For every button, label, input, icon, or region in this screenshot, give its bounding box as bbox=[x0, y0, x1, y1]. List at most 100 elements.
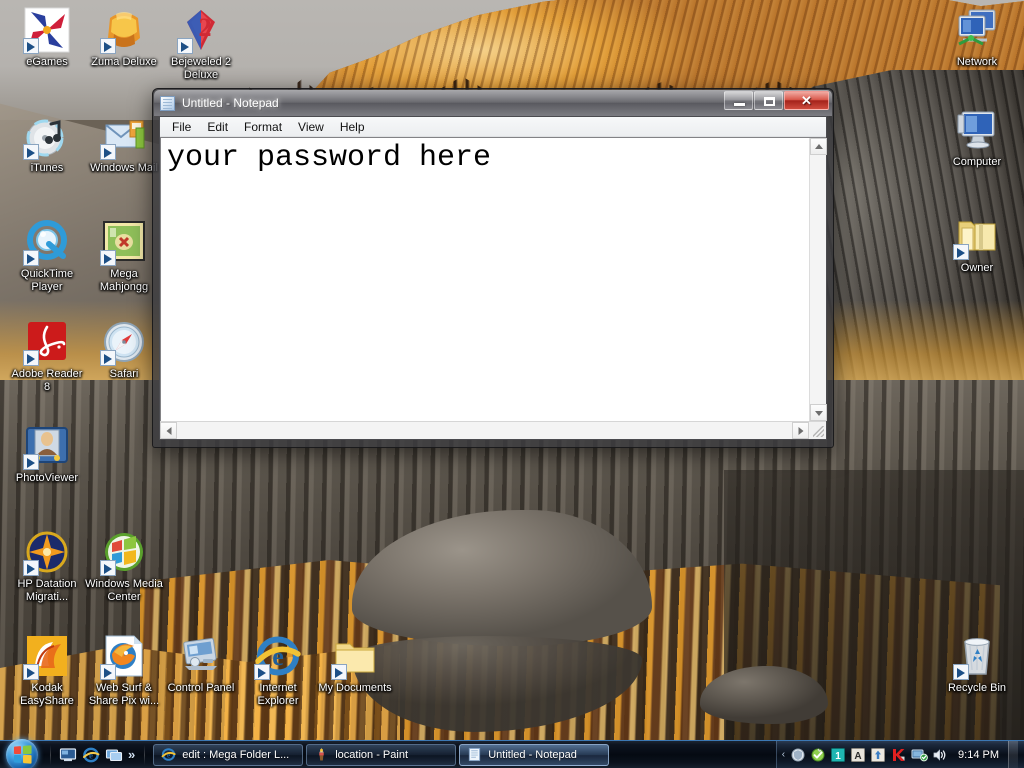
vertical-scrollbar[interactable] bbox=[809, 138, 827, 421]
computer-icon bbox=[953, 106, 1001, 154]
security-shield-icon[interactable] bbox=[790, 747, 806, 763]
horizontal-scrollbar[interactable] bbox=[160, 422, 809, 439]
taskbar: e » e edit : Mega Folder L... location - P… bbox=[0, 738, 1024, 768]
shortcut-arrow-icon bbox=[953, 664, 969, 680]
network-icon bbox=[953, 6, 1001, 54]
control-panel-icon bbox=[177, 632, 225, 680]
taskbar-clock[interactable]: 9:14 PM bbox=[958, 749, 999, 761]
minimize-button[interactable] bbox=[724, 91, 753, 110]
desktop-icon-adobe-reader-8[interactable]: Adobe Reader 8 bbox=[8, 318, 86, 394]
internet-explorer-icon[interactable]: e bbox=[82, 746, 100, 764]
blue-one-badge-icon[interactable]: 1 bbox=[830, 747, 846, 763]
letter-a-icon[interactable]: A bbox=[850, 747, 866, 763]
resize-grip[interactable] bbox=[809, 422, 826, 439]
taskbar-separator bbox=[50, 744, 51, 765]
menu-help[interactable]: Help bbox=[332, 118, 373, 136]
green-check-badge-icon[interactable] bbox=[810, 747, 826, 763]
quick-launch-bar: e bbox=[55, 746, 123, 764]
desktop-icon-photoviewer[interactable]: PhotoViewer bbox=[8, 422, 86, 485]
shortcut-arrow-icon bbox=[254, 664, 270, 680]
desktop-icon-egames[interactable]: eGames bbox=[8, 6, 86, 69]
desktop-icon-windows-media-center[interactable]: Windows Media Center bbox=[85, 528, 163, 604]
desktop-icon-label: Internet Explorer bbox=[257, 682, 299, 707]
quicktime-icon bbox=[23, 218, 71, 266]
shortcut-arrow-icon bbox=[953, 244, 969, 260]
taskbar-button-label: edit : Mega Folder L... bbox=[182, 748, 290, 761]
system-tray: ‹ 1 A 9:14 PM bbox=[775, 740, 1024, 768]
svg-text:1: 1 bbox=[835, 751, 841, 762]
desktop-icon-label: Kodak EasyShare bbox=[20, 682, 74, 707]
shortcut-arrow-icon bbox=[100, 144, 116, 160]
start-button[interactable] bbox=[0, 738, 46, 768]
shortcut-arrow-icon bbox=[23, 560, 39, 576]
taskbar-button-edit-mega-folder-l[interactable]: e edit : Mega Folder L... bbox=[153, 743, 304, 766]
desktop-icon-my-documents[interactable]: My Documents bbox=[316, 632, 394, 695]
menu-edit[interactable]: Edit bbox=[199, 118, 236, 136]
mega-mahjongg-icon bbox=[100, 218, 148, 266]
desktop-icon-zuma-deluxe[interactable]: Zuma Deluxe bbox=[85, 6, 163, 69]
shortcut-arrow-icon bbox=[23, 144, 39, 160]
desktop-icon-recycle-bin[interactable]: Recycle Bin bbox=[938, 632, 1016, 695]
quick-launch-overflow-chevron-icon[interactable]: » bbox=[123, 747, 140, 762]
desktop-icon-control-panel[interactable]: Control Panel bbox=[162, 632, 240, 695]
firefox-icon bbox=[100, 632, 148, 680]
desktop-icon-internet-explorer[interactable]: e Internet Explorer bbox=[239, 632, 317, 708]
switch-windows-icon[interactable] bbox=[105, 746, 123, 764]
desktop-icon-label: My Documents bbox=[318, 682, 392, 694]
notepad-window[interactable]: Untitled - Notepad ✕ File Edit Format Vi… bbox=[152, 88, 834, 448]
desktop-icon-itunes[interactable]: iTunes bbox=[8, 112, 86, 175]
paint-icon bbox=[314, 747, 329, 762]
desktop-icon-kodak-easyshare[interactable]: Kodak EasyShare bbox=[8, 632, 86, 708]
horizontal-scrollbar-row bbox=[160, 421, 826, 439]
svg-text:e: e bbox=[89, 750, 93, 760]
desktop-icon-label: QuickTime Player bbox=[20, 268, 74, 293]
desktop-icon-quicktime-player[interactable]: QuickTime Player bbox=[8, 218, 86, 294]
menu-format[interactable]: Format bbox=[236, 118, 290, 136]
shortcut-arrow-icon bbox=[23, 250, 39, 266]
taskbar-button-untitled-notepad[interactable]: Untitled - Notepad bbox=[459, 743, 610, 766]
scroll-down-arrow-icon[interactable] bbox=[810, 404, 827, 421]
notepad-edit-zone: your password here bbox=[160, 137, 827, 421]
maximize-button[interactable] bbox=[754, 91, 783, 110]
desktop-icon-network[interactable]: Network bbox=[938, 6, 1016, 69]
desktop-icon-label: Windows Media Center bbox=[85, 578, 163, 603]
desktop-icon-computer[interactable]: Computer bbox=[938, 106, 1016, 169]
show-desktop-button[interactable] bbox=[1008, 740, 1018, 768]
volume-speaker-icon[interactable] bbox=[932, 747, 948, 763]
update-arrow-icon[interactable] bbox=[870, 747, 886, 763]
desktop-icon-label: Adobe Reader 8 bbox=[11, 368, 83, 393]
windows-mail-icon bbox=[100, 112, 148, 160]
desktop-icon-bejeweled-2-deluxe[interactable]: 2 Bejeweled 2 Deluxe bbox=[162, 6, 240, 82]
network-connection-icon[interactable] bbox=[910, 747, 928, 763]
scroll-left-arrow-icon[interactable] bbox=[160, 422, 177, 439]
menu-file[interactable]: File bbox=[164, 118, 199, 136]
recycle-bin-icon bbox=[953, 632, 1001, 680]
desktop-icon-label: PhotoViewer bbox=[15, 472, 79, 484]
shortcut-arrow-icon bbox=[23, 38, 39, 54]
notepad-client-area: File Edit Format View Help your password… bbox=[159, 116, 827, 440]
show-desktop-icon[interactable] bbox=[59, 746, 77, 764]
kaspersky-k-icon[interactable] bbox=[890, 747, 906, 763]
close-button[interactable]: ✕ bbox=[784, 91, 829, 110]
menu-view[interactable]: View bbox=[290, 118, 332, 136]
desktop-icon-label: Network bbox=[956, 56, 998, 68]
scroll-right-arrow-icon[interactable] bbox=[792, 422, 809, 439]
desktop-icon-web-surf-share-pix-wi[interactable]: Web Surf & Share Pix wi... bbox=[85, 632, 163, 708]
shortcut-arrow-icon bbox=[100, 350, 116, 366]
notepad-title-bar[interactable]: Untitled - Notepad ✕ bbox=[154, 90, 832, 116]
desktop-icon-owner[interactable]: Owner bbox=[938, 212, 1016, 275]
zuma-deluxe-icon bbox=[100, 6, 148, 54]
desktop-icon-label: Computer bbox=[952, 156, 1002, 168]
notepad-text-area[interactable]: your password here bbox=[161, 138, 809, 421]
my-documents-icon bbox=[331, 632, 379, 680]
kodak-easyshare-icon bbox=[23, 632, 71, 680]
internet-explorer-icon: e bbox=[254, 632, 302, 680]
shortcut-arrow-icon bbox=[177, 38, 193, 54]
desktop-icon-hp-datation-migrati[interactable]: HP Datation Migrati... bbox=[8, 528, 86, 604]
photoviewer-icon bbox=[23, 422, 71, 470]
svg-text:e: e bbox=[272, 642, 284, 671]
scroll-up-arrow-icon[interactable] bbox=[810, 138, 827, 155]
task-button-list: e edit : Mega Folder L... location - Paint… bbox=[149, 743, 775, 766]
taskbar-button-location-paint[interactable]: location - Paint bbox=[306, 743, 457, 766]
tray-expand-chevron-icon[interactable]: ‹ bbox=[782, 749, 786, 760]
